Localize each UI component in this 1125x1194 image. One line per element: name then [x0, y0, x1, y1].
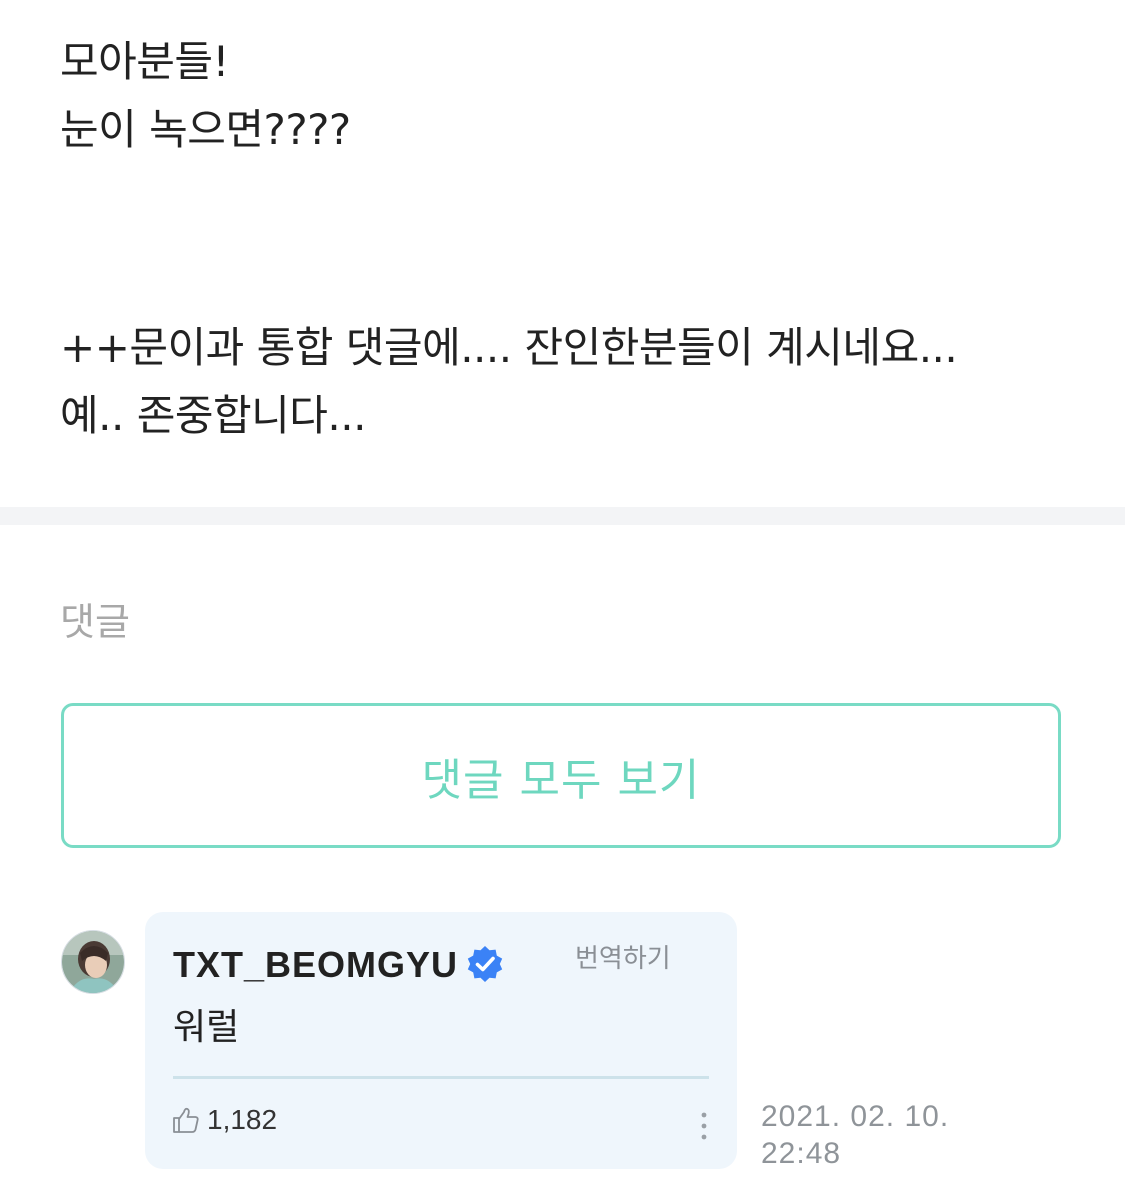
like-button[interactable]: 1,182 [171, 1102, 277, 1138]
thumbs-up-icon [173, 1107, 199, 1133]
comment-card: TXT_BEOMGYU 번역하기 워럴 1,182 [145, 912, 737, 1169]
post-text-line: ++문이과 통합 댓글에.... 잔인한분들이 계시네요... [60, 323, 958, 372]
post-text-line: 모아분들! [60, 37, 229, 86]
comment-divider [173, 1076, 709, 1079]
post-spacer [60, 164, 1070, 314]
avatar-image [62, 931, 124, 993]
translate-link[interactable]: 번역하기 [575, 942, 671, 976]
post-text-line: 예.. 존중합니다... [60, 391, 366, 440]
view-all-comments-button[interactable]: 댓글 모두 보기 [61, 703, 1061, 848]
post-body: 모아분들! 눈이 녹으면???? ++문이과 통합 댓글에.... 잔인한분들이… [60, 28, 1070, 450]
like-count: 1,182 [207, 1104, 278, 1135]
comment-date: 2021. 02. 10. [761, 1100, 950, 1133]
comment-text: 워럴 [173, 1007, 240, 1048]
comment-timestamp: 2021. 02. 10. 22:48 [761, 1098, 949, 1172]
comment-time: 22:48 [761, 1137, 842, 1170]
verified-badge-icon [467, 946, 503, 982]
avatar[interactable] [61, 930, 125, 994]
section-divider [0, 507, 1125, 525]
post-text-line: 눈이 녹으면???? [60, 105, 351, 154]
view-all-comments-label: 댓글 모두 보기 [421, 754, 701, 806]
comments-heading: 댓글 [60, 600, 130, 644]
more-vertical-icon[interactable] [695, 1110, 713, 1142]
comment-author[interactable]: TXT_BEOMGYU [173, 942, 458, 988]
